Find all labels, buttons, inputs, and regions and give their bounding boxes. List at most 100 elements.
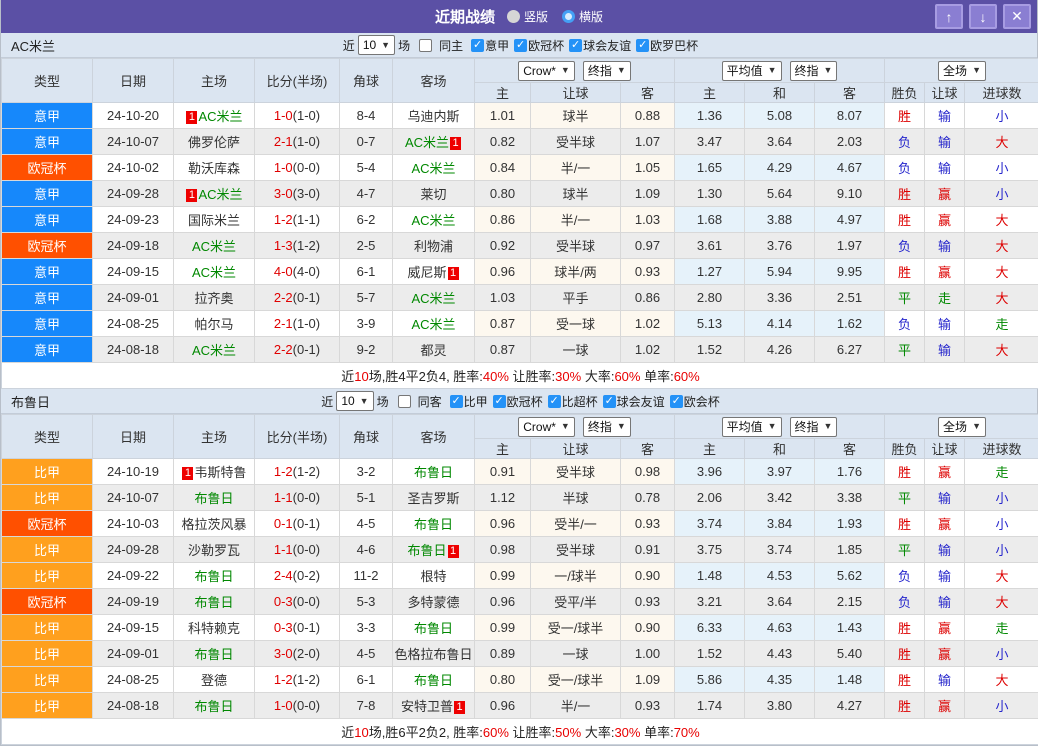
chevron-down-icon: ▼	[561, 66, 570, 75]
home-team-cell: 佛罗伦萨	[174, 129, 255, 155]
league-checkbox[interactable]: ✓	[603, 395, 616, 408]
league-checkbox[interactable]: ✓	[471, 39, 484, 52]
final-odds-select[interactable]: 终指▼	[583, 417, 631, 437]
recent-results-widget: 近期战绩 竖版 横版 ↑ ↓ ✕ AC米兰 近 10 ▼ 场 同主 ✓意甲✓欧冠…	[0, 0, 1038, 746]
avg-home-cell: 1.48	[675, 563, 745, 589]
bookmaker-select[interactable]: Crow*▼	[518, 417, 575, 437]
scope-select[interactable]: 全场▼	[938, 417, 986, 437]
league-type-badge: 意甲	[2, 337, 93, 363]
radio-vertical-label[interactable]: 竖版	[524, 8, 548, 25]
col-goals-result: 进球数	[965, 83, 1038, 103]
team-name-text: 安特卫普	[401, 699, 453, 714]
league-checkbox[interactable]: ✓	[450, 395, 463, 408]
odds-away-cell: 0.93	[621, 693, 675, 719]
close-button[interactable]: ✕	[1003, 4, 1031, 29]
radio-horizontal-layout[interactable]	[562, 10, 575, 23]
final-average-select[interactable]: 终指▼	[790, 417, 838, 437]
match-date: 24-09-22	[93, 563, 174, 589]
chevron-down-icon: ▼	[768, 66, 777, 75]
away-team-cell: 布鲁日	[393, 667, 475, 693]
odds-away-cell: 0.91	[621, 537, 675, 563]
odds-home-cell: 1.03	[475, 285, 531, 311]
odds-away-cell: 0.93	[621, 511, 675, 537]
result-handicap-cell: 赢	[925, 459, 965, 485]
corner-cell: 5-7	[340, 285, 393, 311]
radio-horizontal-label[interactable]: 横版	[579, 8, 603, 25]
match-count-select[interactable]: 10 ▼	[336, 391, 373, 411]
away-team-cell: 布鲁日	[393, 511, 475, 537]
avg-away-cell: 1.93	[815, 511, 885, 537]
league-checkbox[interactable]: ✓	[569, 39, 582, 52]
team-name-text: 布鲁日	[414, 621, 453, 636]
odds-home-cell: 0.96	[475, 259, 531, 285]
odds-away-cell: 0.93	[621, 259, 675, 285]
same-away-checkbox[interactable]	[398, 395, 411, 408]
league-label: 球会友谊	[583, 37, 631, 54]
team-name-text: 登德	[201, 673, 227, 688]
scope-select[interactable]: 全场▼	[938, 61, 986, 81]
summary-text-segment: 场,胜6平2负2, 胜率:	[369, 725, 483, 740]
odds-home-cell: 0.84	[475, 155, 531, 181]
avg-away-cell: 4.27	[815, 693, 885, 719]
score-cell: 1-1(0-0)	[255, 537, 340, 563]
league-checkbox[interactable]: ✓	[493, 395, 506, 408]
average-select[interactable]: 平均值▼	[722, 61, 782, 81]
league-type-badge: 比甲	[2, 485, 93, 511]
avg-home-cell: 1.52	[675, 337, 745, 363]
team-name-text: AC米兰	[411, 291, 455, 306]
bookmaker-select[interactable]: Crow*▼	[518, 61, 575, 81]
result-handicap-cell: 输	[925, 563, 965, 589]
move-up-button[interactable]: ↑	[935, 4, 963, 29]
col-winlose: 胜负	[885, 439, 925, 459]
match-count-value: 10	[341, 394, 354, 408]
final-odds-select[interactable]: 终指▼	[583, 61, 631, 81]
league-checkbox[interactable]: ✓	[548, 395, 561, 408]
match-date: 24-09-01	[93, 285, 174, 311]
avg-draw-cell: 3.84	[745, 511, 815, 537]
summary-text-segment: 10	[354, 369, 368, 384]
same-home-checkbox[interactable]	[419, 39, 432, 52]
corner-cell: 3-2	[340, 459, 393, 485]
move-down-button[interactable]: ↓	[969, 4, 997, 29]
team-name-text: 韦斯特鲁	[194, 465, 246, 480]
league-type-badge: 比甲	[2, 537, 93, 563]
result-winlose-cell: 负	[885, 563, 925, 589]
odds-away-cell: 1.09	[621, 667, 675, 693]
team1-name: AC米兰	[11, 36, 55, 55]
match-date: 24-10-07	[93, 129, 174, 155]
average-select[interactable]: 平均值▼	[722, 417, 782, 437]
league-type-badge: 比甲	[2, 563, 93, 589]
home-team-cell: 1AC米兰	[174, 103, 255, 129]
league-checkbox[interactable]: ✓	[636, 39, 649, 52]
league-label: 球会友谊	[617, 393, 665, 410]
score-cell: 3-0(3-0)	[255, 181, 340, 207]
result-handicap-cell: 输	[925, 129, 965, 155]
section-bar-team2: 布鲁日 近 10 ▼ 场 同客 ✓比甲✓欧冠杯✓比超杯✓球会友谊✓欧会杯	[1, 389, 1037, 414]
col-type: 类型	[2, 415, 93, 459]
odds-handicap-cell: 球半/两	[531, 259, 621, 285]
summary-text-segment: 大率:	[581, 725, 614, 740]
result-winlose-cell: 胜	[885, 667, 925, 693]
result-goals-cell: 走	[965, 311, 1038, 337]
avg-draw-cell: 4.14	[745, 311, 815, 337]
league-checkbox[interactable]: ✓	[514, 39, 527, 52]
col-odds-handicap: 让球	[531, 439, 621, 459]
league-label: 欧会杯	[684, 393, 720, 410]
league-type-badge: 意甲	[2, 285, 93, 311]
odds-home-cell: 0.87	[475, 337, 531, 363]
near-label: 近	[321, 393, 333, 410]
avg-draw-cell: 3.97	[745, 459, 815, 485]
result-goals-cell: 大	[965, 129, 1038, 155]
match-row: 意甲24-09-281AC米兰3-0(3-0)4-7莱切0.80球半1.091.…	[2, 181, 1038, 207]
match-date: 24-09-23	[93, 207, 174, 233]
odds-home-cell: 0.92	[475, 233, 531, 259]
league-checkbox[interactable]: ✓	[670, 395, 683, 408]
match-count-select[interactable]: 10 ▼	[358, 35, 395, 55]
avg-away-cell: 6.27	[815, 337, 885, 363]
final-average-select[interactable]: 终指▼	[790, 61, 838, 81]
odds-handicap-cell: 一/球半	[531, 563, 621, 589]
odds-handicap-cell: 半/一	[531, 207, 621, 233]
avg-draw-cell: 3.76	[745, 233, 815, 259]
radio-vertical-layout[interactable]	[507, 10, 520, 23]
odds-away-cell: 0.78	[621, 485, 675, 511]
